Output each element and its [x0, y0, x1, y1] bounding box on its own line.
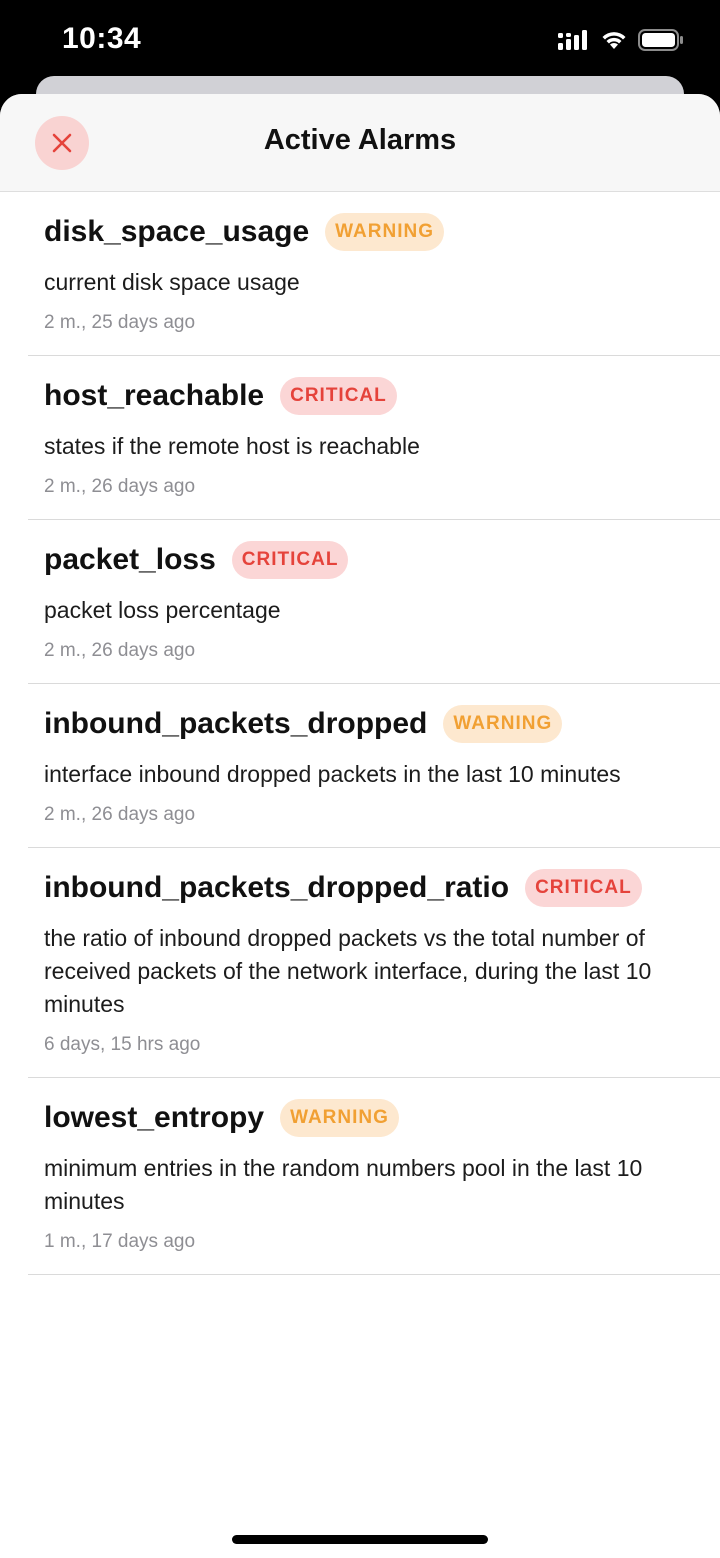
alarm-description: minimum entries in the random numbers po…: [44, 1155, 643, 1214]
alarms-sheet: Active Alarms disk_space_usage WARNING c…: [0, 94, 720, 1558]
sheet-header: Active Alarms: [0, 94, 720, 192]
alarm-description: states if the remote host is reachable: [44, 433, 420, 459]
alarm-name: inbound_packets_dropped: [44, 707, 428, 740]
status-bar: 10:34: [0, 0, 720, 80]
status-badge: WARNING: [443, 705, 563, 743]
alarm-description: packet loss percentage: [44, 597, 281, 623]
status-icons: [558, 26, 684, 54]
alarm-name: lowest_entropy: [44, 1101, 265, 1134]
status-badge: CRITICAL: [525, 869, 642, 907]
alarm-timestamp: 2 m., 26 days ago: [44, 640, 196, 661]
status-badge: CRITICAL: [280, 377, 397, 415]
alarm-description: interface inbound dropped packets in the…: [44, 761, 621, 787]
alarm-description: current disk space usage: [44, 269, 300, 295]
alarm-timestamp: 2 m., 26 days ago: [44, 804, 196, 825]
alarm-timestamp: 1 m., 17 days ago: [44, 1231, 196, 1252]
list-item[interactable]: lowest_entropy WARNING minimum entries i…: [28, 1078, 720, 1275]
page-title: Active Alarms: [263, 124, 457, 156]
status-time: 10:34: [62, 22, 142, 55]
alarm-list: disk_space_usage WARNING current disk sp…: [0, 192, 720, 1275]
status-badge: CRITICAL: [231, 541, 349, 579]
alarm-name: packet_loss: [44, 543, 216, 576]
alarm-name: host_reachable: [44, 379, 265, 412]
list-item[interactable]: inbound_packets_dropped WARNING interfac…: [28, 684, 720, 848]
list-item[interactable]: packet_loss CRITICAL packet loss percent…: [28, 520, 720, 684]
battery-icon: [638, 29, 683, 51]
alarm-name: inbound_packets_dropped_ratio: [44, 871, 510, 904]
status-badge: WARNING: [325, 213, 444, 251]
alarm-timestamp: 2 m., 25 days ago: [44, 312, 196, 333]
alarm-timestamp: 2 m., 26 days ago: [44, 476, 196, 497]
alarm-name: disk_space_usage: [44, 215, 310, 248]
home-indicator[interactable]: [232, 1535, 488, 1544]
alarm-timestamp: 6 days, 15 hrs ago: [44, 1034, 201, 1055]
status-badge: WARNING: [280, 1099, 399, 1137]
alarm-description: the ratio of inbound dropped packets vs …: [44, 925, 652, 1017]
list-item[interactable]: host_reachable CRITICAL states if the re…: [28, 356, 720, 520]
wifi-icon: [602, 32, 626, 49]
list-item[interactable]: inbound_packets_dropped_ratio CRITICAL t…: [28, 848, 720, 1078]
list-item[interactable]: disk_space_usage WARNING current disk sp…: [28, 192, 720, 356]
cellular-signal-icon: [558, 30, 587, 50]
